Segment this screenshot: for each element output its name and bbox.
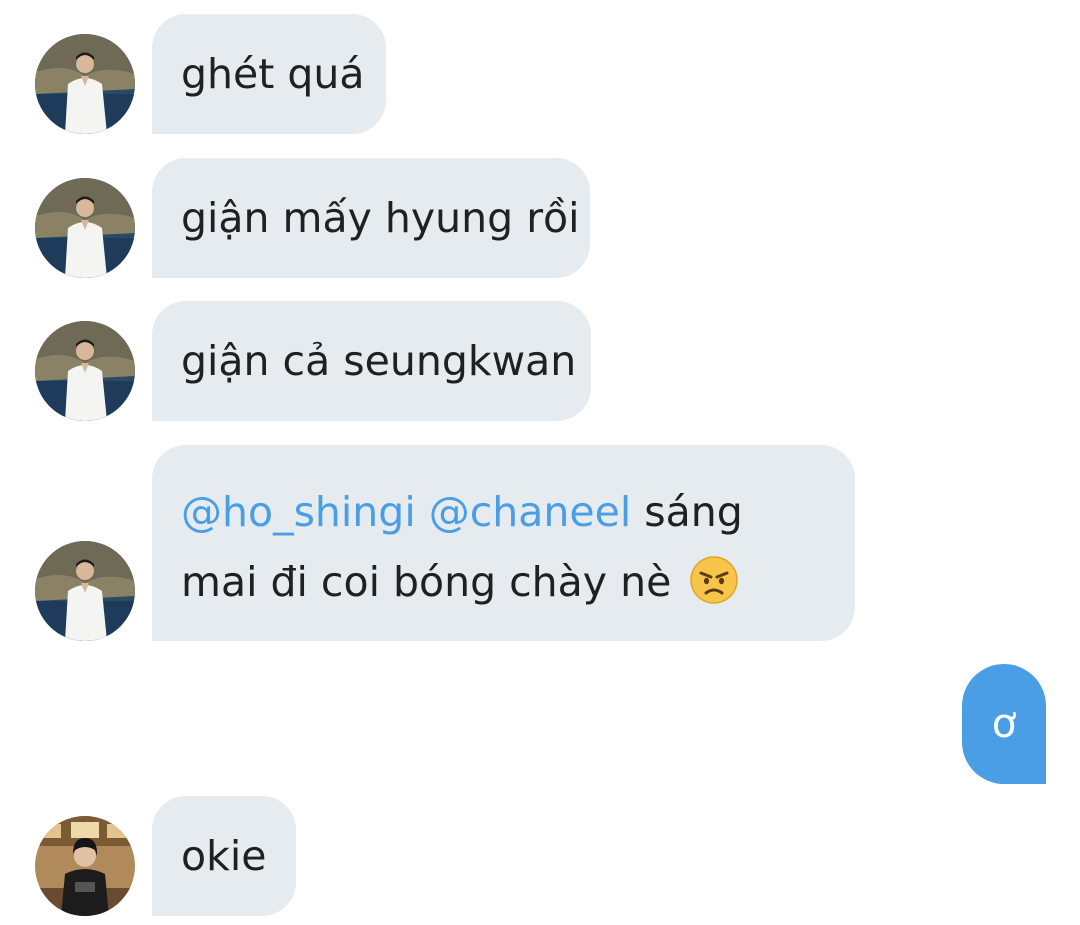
sender-avatar[interactable]: [35, 816, 135, 916]
message-row: giận mấy hyung rồi: [0, 158, 1080, 278]
message-text: ghét quá: [181, 50, 365, 98]
message-row: okie: [0, 796, 1080, 916]
message-bubble[interactable]: giận mấy hyung rồi: [152, 158, 590, 278]
message-bubble[interactable]: okie: [152, 796, 296, 916]
message-text: okie: [181, 832, 267, 880]
message-line-1: @ho_shingi @chaneel sáng: [181, 477, 855, 547]
message-row: @ho_shingi @chaneel sáng mai đi coi bóng…: [0, 445, 1080, 641]
sender-avatar[interactable]: [35, 34, 135, 134]
message-row: giận cả seungkwan: [0, 301, 1080, 421]
sender-avatar[interactable]: [35, 178, 135, 278]
message-text: giận cả seungkwan: [181, 337, 577, 385]
message-text: giận mấy hyung rồi: [181, 194, 580, 242]
outgoing-message-bubble[interactable]: ơ: [962, 664, 1046, 784]
message-line-2: mai đi coi bóng chày nè: [181, 547, 855, 625]
angry-face-icon: [689, 555, 739, 625]
message-text: mai đi coi bóng chày nè: [181, 558, 672, 606]
message-text: sáng: [644, 488, 743, 536]
mention-link[interactable]: @chaneel: [429, 488, 631, 536]
mention-link[interactable]: @ho_shingi: [181, 488, 416, 536]
message-text: ơ: [991, 701, 1017, 747]
message-bubble[interactable]: giận cả seungkwan: [152, 301, 591, 421]
sender-avatar[interactable]: [35, 321, 135, 421]
message-bubble[interactable]: ghét quá: [152, 14, 386, 134]
sender-avatar[interactable]: [35, 541, 135, 641]
message-bubble[interactable]: @ho_shingi @chaneel sáng mai đi coi bóng…: [152, 445, 855, 641]
message-row: ghét quá: [0, 14, 1080, 134]
